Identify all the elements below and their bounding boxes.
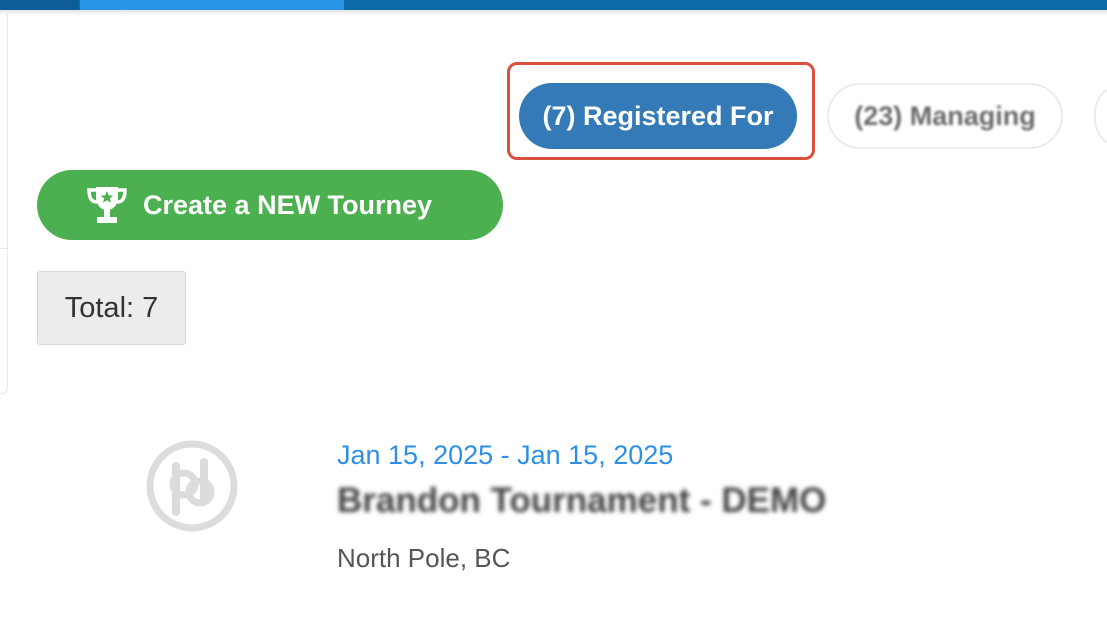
side-panel-edge: [0, 14, 8, 394]
event-location: North Pole, BC: [337, 543, 511, 573]
trophy-star-icon: [83, 183, 131, 227]
total-count-label: Total: 7: [64, 291, 159, 324]
nav-tab[interactable]: [600, 0, 823, 10]
filter-managing-button[interactable]: (23) Managing: [827, 83, 1063, 149]
nav-tab-active[interactable]: [80, 0, 344, 10]
create-tourney-button[interactable]: Create a NEW Tourney: [37, 170, 503, 240]
total-count-badge: Total: 7: [37, 271, 186, 345]
divider: [0, 248, 8, 249]
nav-tab[interactable]: [825, 0, 1107, 10]
nav-shadow: [0, 10, 1107, 16]
event-title[interactable]: Brandon Tournament - DEMO: [337, 481, 826, 521]
create-tourney-label: Create a NEW Tourney: [143, 189, 433, 220]
filter-registered-for-label: (7) Registered For: [542, 100, 774, 131]
top-nav-bar: [0, 0, 1107, 10]
filter-managing-label: (23) Managing: [854, 100, 1036, 131]
event-date-range: Jan 15, 2025 - Jan 15, 2025: [337, 440, 674, 470]
pb-logo-icon: [146, 440, 238, 532]
filter-more-button[interactable]: [1094, 83, 1107, 149]
filter-registered-for-button[interactable]: (7) Registered For: [519, 83, 797, 149]
nav-tab[interactable]: [346, 0, 598, 10]
nav-tab[interactable]: [0, 0, 78, 10]
